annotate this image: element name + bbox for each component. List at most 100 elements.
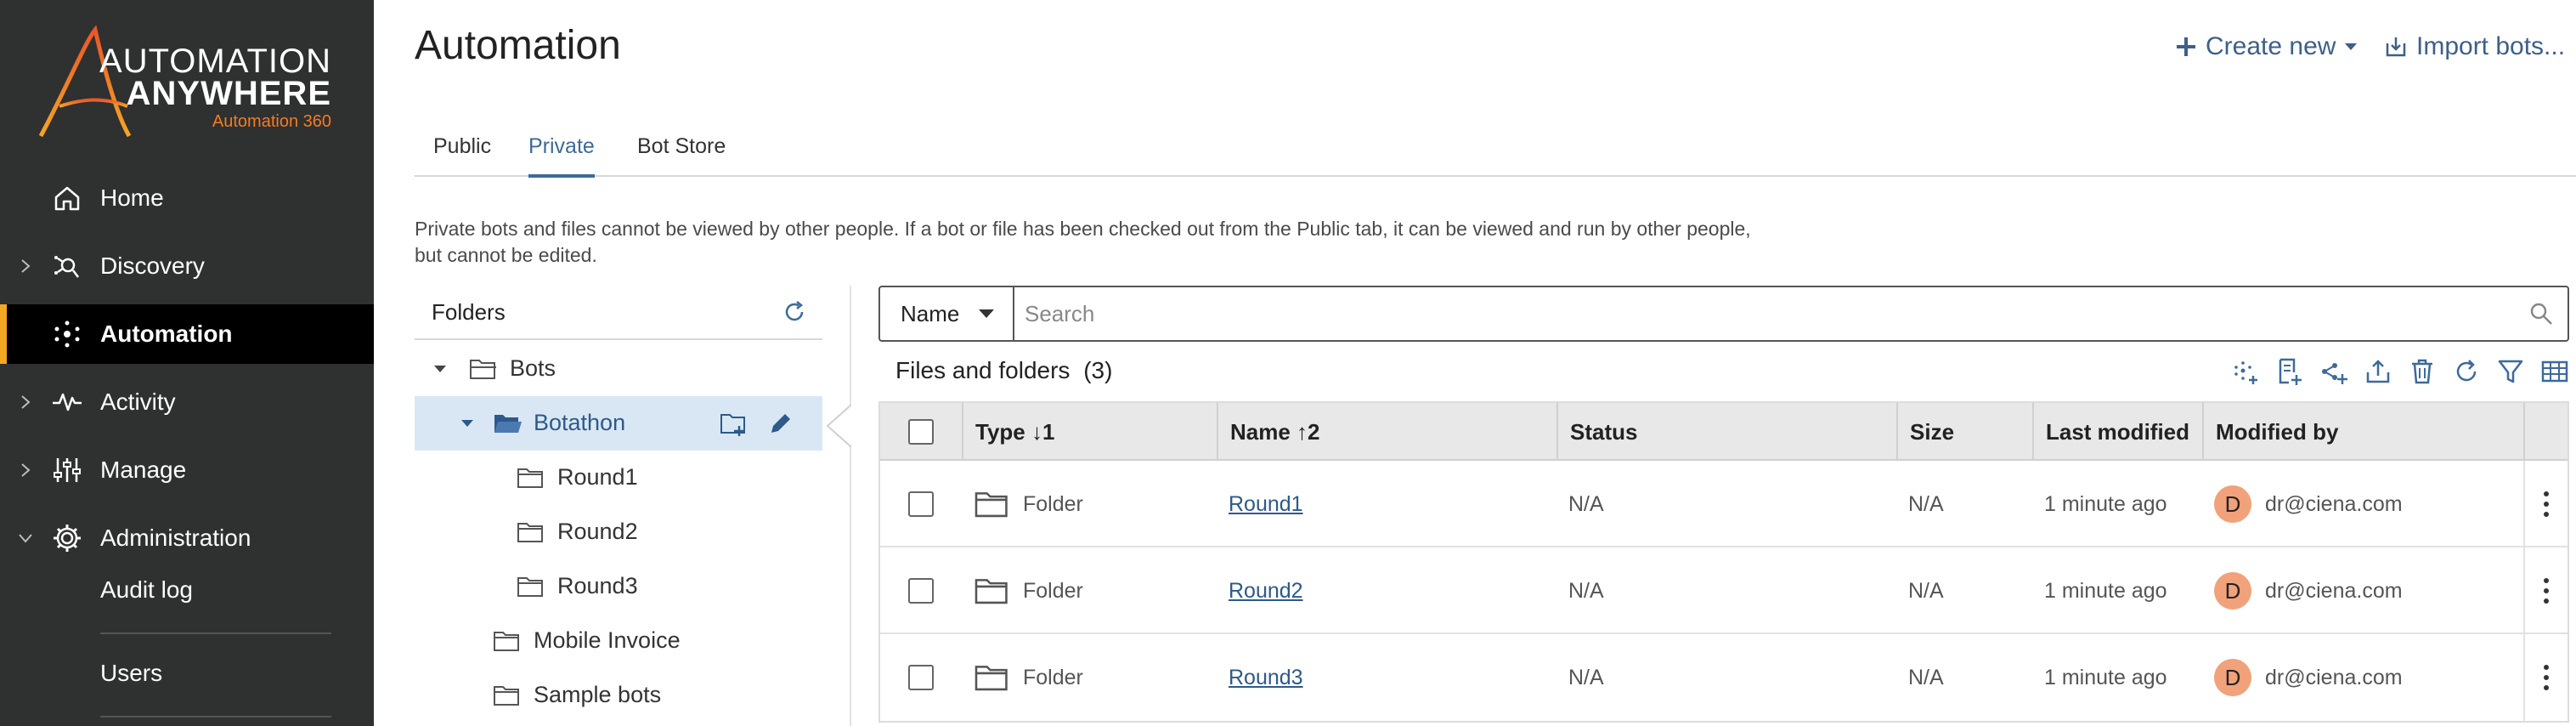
avatar: D	[2214, 572, 2251, 610]
row-checkbox[interactable]	[908, 491, 934, 517]
select-all-checkbox[interactable]	[908, 419, 934, 445]
filter-icon[interactable]	[2496, 357, 2525, 386]
folder-icon	[517, 523, 543, 542]
sidebar-item-administration[interactable]: Administration	[0, 508, 374, 568]
folder-tree-item[interactable]: Round2	[415, 505, 822, 559]
row-checkbox[interactable]	[908, 665, 934, 690]
search-icon[interactable]	[2528, 301, 2554, 326]
automation-icon	[54, 320, 80, 348]
more-vertical-icon	[2544, 578, 2549, 604]
file-name-link[interactable]: Round3	[1229, 666, 1303, 690]
refresh-icon[interactable]	[2452, 357, 2481, 386]
column-header-last-modified[interactable]: Last modified	[2032, 403, 2202, 461]
caret-down-icon[interactable]	[459, 415, 476, 432]
search-input[interactable]	[1025, 296, 2503, 332]
last-modified-cell: 1 minute ago	[2044, 491, 2167, 516]
folder-tree-item[interactable]: Round1	[415, 451, 822, 505]
chevron-right-icon	[21, 463, 31, 477]
sidebar-subitem-audit-log[interactable]: Audit log	[100, 576, 193, 604]
folder-tree-item[interactable]: Round3	[415, 559, 822, 614]
folder-tree-item[interactable]: Bots	[415, 342, 822, 396]
delete-icon[interactable]	[2408, 357, 2437, 386]
upload-icon[interactable]	[2364, 357, 2392, 386]
type-label: Folder	[1023, 665, 1083, 689]
modified-by-cell: D dr@ciena.com	[2202, 461, 2525, 547]
more-vertical-icon	[2544, 665, 2549, 690]
avatar: D	[2214, 485, 2251, 523]
column-header-name[interactable]: Name ↑2	[1217, 403, 1556, 461]
avatar: D	[2214, 659, 2251, 696]
column-header-modified-by[interactable]: Modified by	[2202, 403, 2525, 461]
tab-bot-store[interactable]: Bot Store	[637, 134, 726, 174]
plus-icon	[2177, 37, 2195, 56]
folders-header: Folders	[415, 286, 822, 340]
sidebar-item-label: Automation	[100, 320, 233, 347]
column-header-type[interactable]: Type ↓1	[962, 403, 1217, 461]
new-form-icon[interactable]	[2275, 357, 2304, 386]
folder-label: Bots	[510, 355, 556, 381]
folder-tree-item[interactable]: Sample bots	[415, 668, 822, 723]
sidebar-item-automation[interactable]: Automation	[0, 304, 374, 364]
row-select-cell	[880, 634, 962, 721]
size-cell: N/A	[1908, 665, 1944, 689]
tab-private[interactable]: Private	[528, 134, 595, 178]
row-actions-button[interactable]	[2523, 461, 2568, 547]
folder-open-icon	[494, 415, 522, 433]
table-view-icon[interactable]	[2540, 357, 2569, 386]
page-title: Automation	[415, 23, 621, 68]
table-row[interactable]: Folder Round2 N/A N/A 1 minute ago D dr@…	[880, 547, 2568, 634]
import-icon	[2386, 37, 2406, 57]
new-process-icon[interactable]	[2319, 357, 2348, 386]
modified-by-email: dr@ciena.com	[2265, 578, 2403, 603]
table-header: Type ↓1 Name ↑2 Status Size Last modifie…	[880, 403, 2568, 461]
table-row[interactable]: Folder Round3 N/A N/A 1 minute ago D dr@…	[880, 634, 2568, 721]
new-bot-icon[interactable]	[2231, 357, 2260, 386]
folder-icon	[974, 579, 1008, 604]
table-row[interactable]: Folder Round1 N/A N/A 1 minute ago D dr@…	[880, 461, 2568, 547]
tab-public[interactable]: Public	[433, 134, 491, 174]
sidebar-item-manage[interactable]: Manage	[0, 440, 374, 500]
folder-tree-item[interactable]: Mobile Invoice	[415, 614, 822, 668]
more-vertical-icon	[2544, 491, 2549, 517]
modified-by-cell: D dr@ciena.com	[2202, 547, 2525, 634]
column-header-status[interactable]: Status	[1556, 403, 1896, 461]
folder-label: Round2	[557, 519, 638, 544]
brand-logo[interactable]: AUTOMATION ANYWHERE Automation 360	[34, 26, 357, 145]
row-checkbox[interactable]	[908, 578, 934, 604]
search-field-select[interactable]: Name	[880, 287, 1014, 340]
row-actions-button[interactable]	[2523, 547, 2568, 634]
row-actions-button[interactable]	[2523, 634, 2568, 721]
sidebar-subitem-users[interactable]: Users	[100, 660, 162, 687]
files-title-label: Files and folders	[895, 357, 1071, 383]
file-name-link[interactable]: Round2	[1229, 579, 1303, 604]
sidebar-item-home[interactable]: Home	[0, 168, 374, 228]
size-cell: N/A	[1908, 491, 1944, 516]
import-bots-button[interactable]: Import bots...	[2384, 32, 2565, 61]
gear-icon	[54, 525, 81, 552]
refresh-icon[interactable]	[782, 299, 807, 325]
create-new-button[interactable]: Create new	[2175, 32, 2358, 61]
files-panel: Name Files and folders (3)	[878, 286, 2576, 726]
last-modified-cell: 1 minute ago	[2044, 665, 2167, 689]
column-header-size[interactable]: Size	[1896, 403, 2032, 461]
caret-down-icon	[2345, 43, 2358, 50]
home-icon	[54, 186, 80, 211]
edit-icon[interactable]	[766, 409, 795, 438]
sidebar-item-activity[interactable]: Activity	[0, 372, 374, 432]
tab-bar: Public Private Bot Store	[415, 128, 2576, 178]
sidebar-item-discovery[interactable]: Discovery	[0, 236, 374, 296]
sidebar-divider	[100, 716, 331, 717]
files-table: Type ↓1 Name ↑2 Status Size Last modifie…	[878, 401, 2569, 723]
row-select-cell	[880, 461, 962, 547]
type-label: Folder	[1023, 578, 1083, 603]
folder-tree-item[interactable]: Botathon	[415, 396, 822, 451]
caret-down-icon[interactable]	[432, 360, 449, 377]
file-name-link[interactable]: Round1	[1229, 492, 1303, 517]
files-toolbar	[2231, 357, 2569, 386]
main-content: Automation Create new Import bots... Pub…	[374, 0, 2576, 726]
manage-icon	[54, 458, 81, 482]
status-cell: N/A	[1568, 578, 1604, 603]
new-folder-icon[interactable]	[719, 409, 748, 438]
name-cell: Round2	[1217, 547, 1556, 634]
discovery-icon	[54, 256, 79, 278]
